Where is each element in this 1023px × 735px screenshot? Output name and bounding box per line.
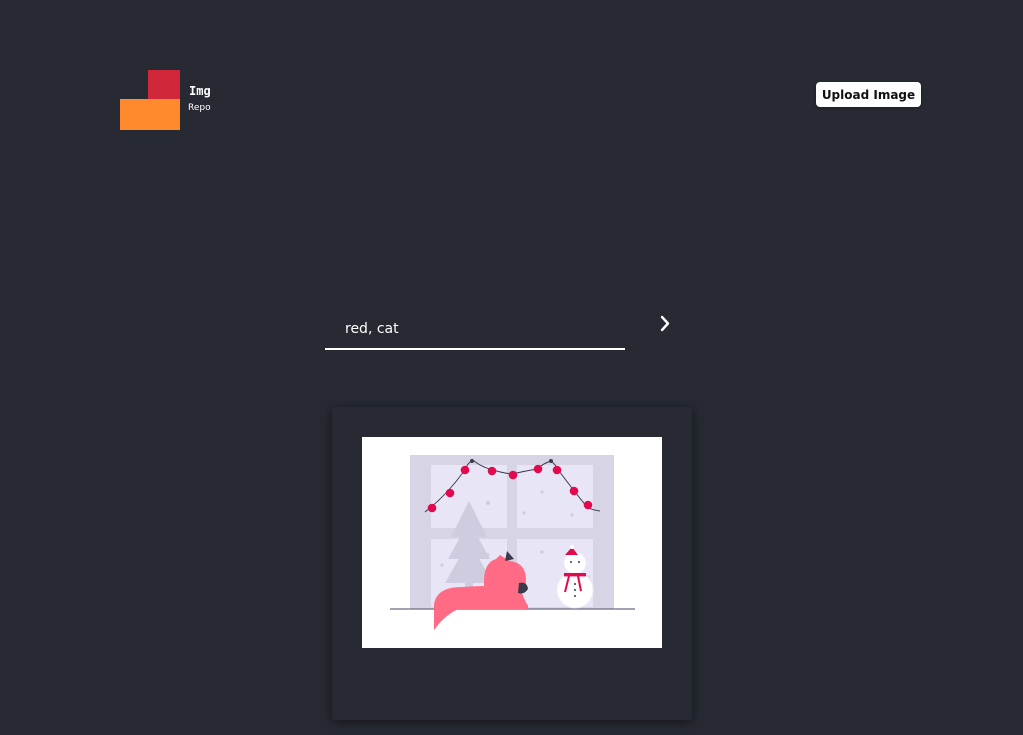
search-submit-button[interactable] (652, 310, 680, 338)
search-input[interactable] (325, 310, 625, 350)
image-result-card[interactable] (332, 407, 692, 720)
cat-window-illustration (390, 455, 635, 630)
logo[interactable]: Img Repo (120, 70, 240, 130)
logo-bottom-block (120, 99, 180, 130)
chevron-right-icon (660, 315, 670, 332)
logo-title: Img (189, 84, 211, 98)
logo-subtitle: Repo (188, 103, 211, 113)
logo-top-block (148, 70, 180, 99)
result-image[interactable] (362, 437, 662, 648)
upload-image-button[interactable]: Upload Image (816, 82, 921, 107)
